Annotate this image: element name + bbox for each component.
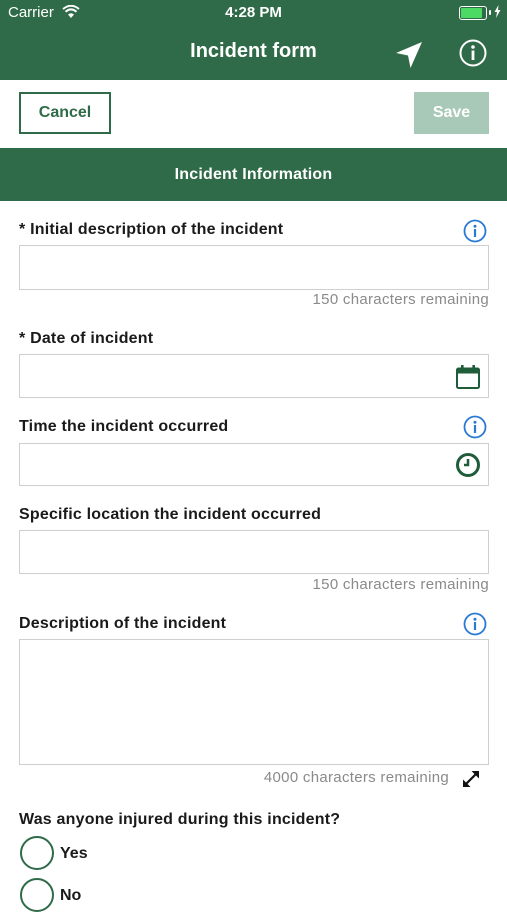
radio-no[interactable] (20, 878, 54, 912)
calendar-icon[interactable] (455, 364, 481, 395)
clock-icon[interactable] (455, 452, 481, 483)
location-remaining: 150 characters remaining (312, 576, 489, 593)
date-input[interactable] (19, 354, 489, 398)
radio-yes[interactable] (20, 836, 54, 870)
initial-description-info-icon[interactable] (463, 219, 487, 248)
description-info-icon[interactable] (463, 612, 487, 641)
battery-tip (489, 10, 491, 15)
battery-fill (461, 8, 482, 18)
injured-question-label: Was anyone injured during this incident? (19, 811, 341, 828)
info-icon[interactable] (458, 38, 488, 73)
radio-no-label: No (60, 887, 82, 904)
location-input[interactable] (19, 530, 489, 574)
time-label: Time the incident occurred (19, 418, 229, 435)
initial-description-remaining: 150 characters remaining (312, 291, 489, 308)
nav-bar: Incident form (0, 26, 507, 80)
battery-icon (459, 6, 491, 20)
save-button[interactable]: Save (414, 92, 489, 134)
location-label: Specific location the incident occurred (19, 506, 322, 523)
description-textarea[interactable] (19, 639, 489, 765)
section-header: Incident Information (0, 148, 507, 201)
expand-icon[interactable] (459, 767, 483, 796)
cancel-button[interactable]: Cancel (19, 92, 111, 134)
initial-description-label: * Initial description of the incident (19, 221, 284, 238)
charging-bolt-icon (494, 5, 501, 22)
time-input[interactable] (19, 443, 489, 486)
radio-yes-label: Yes (60, 845, 88, 862)
description-remaining: 4000 characters remaining (263, 769, 449, 786)
description-label: Description of the incident (19, 615, 227, 632)
location-arrow-icon[interactable] (394, 40, 424, 75)
status-bar: Carrier 4:28 PM (0, 0, 507, 26)
status-time: 4:28 PM (225, 4, 282, 21)
time-info-icon[interactable] (463, 415, 487, 444)
date-label: * Date of incident (19, 330, 154, 347)
initial-description-input[interactable] (19, 245, 489, 290)
page-title: Incident form (190, 40, 317, 62)
